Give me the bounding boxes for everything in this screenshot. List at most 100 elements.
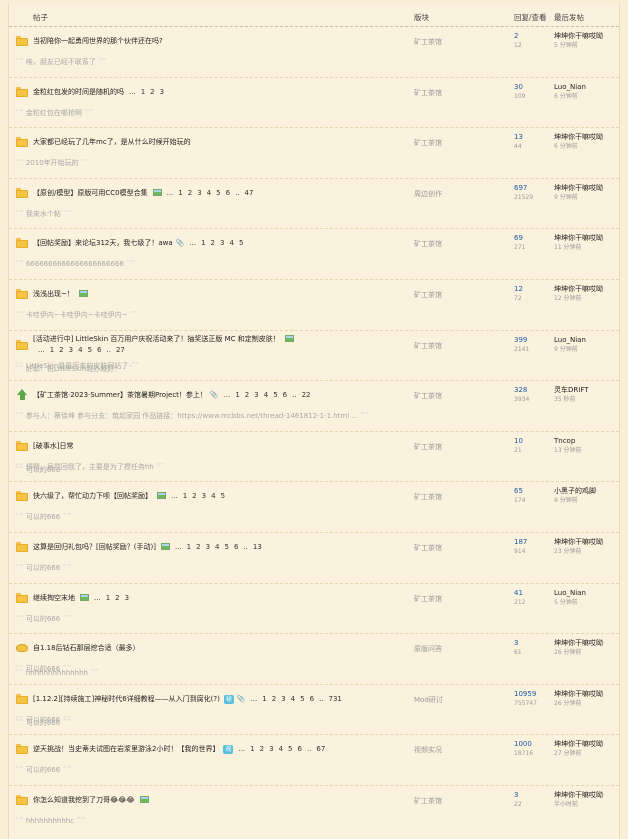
last-post-time[interactable]: 13 分钟前 xyxy=(554,446,582,456)
thread-title-link[interactable]: 【原创/模型】原版可用CC0模型合集 xyxy=(33,189,148,197)
folder-icon[interactable] xyxy=(16,288,28,299)
reply-count[interactable]: 3 xyxy=(514,790,522,800)
forum-link[interactable]: 矿工茶馆 xyxy=(414,796,442,806)
last-post-user[interactable]: 坤坤你干嘛哎呦 xyxy=(554,689,603,699)
page-link[interactable]: 3 xyxy=(202,492,206,500)
page-link[interactable]: 3 xyxy=(281,695,285,703)
forum-link[interactable]: 矿工茶馆 xyxy=(414,341,442,351)
page-link[interactable]: 2 xyxy=(115,594,119,602)
forum-link[interactable]: 矿工茶馆 xyxy=(414,442,442,452)
page-link[interactable]: 67 xyxy=(316,745,325,753)
page-link[interactable]: 4 xyxy=(229,239,233,247)
page-link[interactable]: 5 xyxy=(288,745,292,753)
forum-link[interactable]: 矿工茶馆 xyxy=(414,543,442,553)
thread-title-link[interactable]: 继续掏空末地 xyxy=(33,594,75,602)
page-link[interactable]: 4 xyxy=(207,189,211,197)
last-post-time[interactable]: 23 分钟前 xyxy=(554,547,603,557)
thread-title-link[interactable]: [活动进行中] LittleSkin 百万用户庆祝活动来了！抽奖送正版 MC 和… xyxy=(33,335,280,343)
folder-icon[interactable] xyxy=(16,187,28,198)
reply-count[interactable]: 30 xyxy=(514,82,525,92)
forum-link[interactable]: 矿工茶馆 xyxy=(414,290,442,300)
page-link[interactable]: 4 xyxy=(211,492,215,500)
thread-title-link[interactable]: 【回帖奖励】来论坛312天，我七级了！awa xyxy=(33,239,173,247)
page-link[interactable]: 2 xyxy=(245,391,249,399)
page-link[interactable]: 6 xyxy=(226,189,230,197)
last-post-user[interactable]: Luo_Nian xyxy=(554,82,586,92)
page-link[interactable]: 2 xyxy=(192,492,196,500)
last-post-time[interactable]: 6 分钟前 xyxy=(554,142,603,152)
reply-count[interactable]: 187 xyxy=(514,537,527,547)
thread-title-link[interactable]: 【矿工茶馆·2023·Summer】茶馆暑期Project！参上！ xyxy=(33,391,207,399)
forum-link[interactable]: 矿工茶馆 xyxy=(414,239,442,249)
last-post-user[interactable]: 坤坤你干嘛哎呦 xyxy=(554,537,603,547)
last-post-user[interactable]: 坤坤你干嘛哎呦 xyxy=(554,638,603,648)
page-link[interactable]: 731 xyxy=(329,695,342,703)
page-link[interactable]: 6 xyxy=(298,745,302,753)
page-link[interactable]: 6 xyxy=(97,346,101,354)
page-link[interactable]: 5 xyxy=(221,492,225,500)
thread-title-link[interactable]: 这算是回归礼包吗？[回帖奖励？(手动)] xyxy=(33,543,156,551)
page-link[interactable]: 1 xyxy=(50,346,54,354)
folder-icon[interactable] xyxy=(16,794,28,805)
last-post-user[interactable]: 坤坤你干嘛哎呦 xyxy=(554,739,603,749)
page-link[interactable]: 13 xyxy=(253,543,262,551)
page-link[interactable]: 2 xyxy=(150,88,154,96)
page-link[interactable]: 6 xyxy=(234,543,238,551)
page-link[interactable]: 2 xyxy=(272,695,276,703)
page-link[interactable]: 6 xyxy=(283,391,287,399)
page-link[interactable]: 3 xyxy=(254,391,258,399)
page-link[interactable]: 2 xyxy=(188,189,192,197)
reply-count[interactable]: 1000 xyxy=(514,739,533,749)
page-link[interactable]: 1 xyxy=(183,492,187,500)
thread-title-link[interactable]: 金粒红包发的时间是随机的吗 xyxy=(33,88,124,96)
last-post-user[interactable]: 坤坤你干嘛哎呦 xyxy=(554,233,603,243)
folder-icon[interactable] xyxy=(16,491,28,502)
forum-link[interactable]: 视频实况 xyxy=(414,745,442,755)
forum-link[interactable]: 矿工茶馆 xyxy=(414,37,442,47)
pinned-up-icon[interactable] xyxy=(16,389,28,401)
forum-link[interactable]: Mod研讨 xyxy=(414,695,443,705)
thread-title-link[interactable]: 当初陪你一起勇闯世界的那个伙伴还在吗? xyxy=(33,37,163,45)
last-post-user[interactable]: 坤坤你干嘛哎呦 xyxy=(554,183,603,193)
page-link[interactable]: 3 xyxy=(206,543,210,551)
last-post-user[interactable]: 坤坤你干嘛哎呦 xyxy=(554,132,603,142)
page-link[interactable]: 1 xyxy=(250,745,254,753)
last-post-time[interactable]: 35 秒前 xyxy=(554,395,589,405)
last-post-user[interactable]: Tncop xyxy=(554,436,582,446)
page-link[interactable]: 4 xyxy=(279,745,283,753)
page-link[interactable]: 1 xyxy=(235,391,239,399)
folder-icon[interactable] xyxy=(16,440,28,451)
folder-icon[interactable] xyxy=(16,137,28,148)
page-link[interactable]: 3 xyxy=(197,189,201,197)
folder-icon[interactable] xyxy=(16,744,28,755)
reply-count[interactable]: 697 xyxy=(514,183,533,193)
last-post-time[interactable]: 26 分钟前 xyxy=(554,699,603,709)
reply-count[interactable]: 10 xyxy=(514,436,523,446)
forum-link[interactable]: 矿工茶馆 xyxy=(414,138,442,148)
reply-count[interactable]: 328 xyxy=(514,385,529,395)
page-link[interactable]: 4 xyxy=(264,391,268,399)
reply-count[interactable]: 2 xyxy=(514,31,522,41)
page-link[interactable]: 1 xyxy=(178,189,182,197)
page-link[interactable]: 1 xyxy=(262,695,266,703)
question-icon[interactable] xyxy=(16,643,28,653)
thread-title-link[interactable]: [破事水]日常 xyxy=(33,442,73,450)
page-link[interactable]: 2 xyxy=(196,543,200,551)
last-post-time[interactable]: 26 分钟前 xyxy=(554,648,603,658)
last-post-time[interactable]: 5 分钟前 xyxy=(554,598,586,608)
page-link[interactable]: 5 xyxy=(239,239,243,247)
page-link[interactable]: 1 xyxy=(106,594,110,602)
last-post-time[interactable]: 9 分钟前 xyxy=(554,496,596,506)
page-link[interactable]: 1 xyxy=(201,239,205,247)
page-link[interactable]: 4 xyxy=(291,695,295,703)
page-link[interactable]: 1 xyxy=(141,88,145,96)
page-link[interactable]: 3 xyxy=(69,346,73,354)
reply-count[interactable]: 13 xyxy=(514,132,523,142)
page-link[interactable]: 4 xyxy=(78,346,82,354)
last-post-time[interactable]: 6 分钟前 xyxy=(554,92,586,102)
reply-count[interactable]: 10959 xyxy=(514,689,537,699)
page-link[interactable]: 2 xyxy=(211,239,215,247)
page-link[interactable]: 3 xyxy=(125,594,129,602)
folder-icon[interactable] xyxy=(16,693,28,704)
thread-title-link[interactable]: 大家都已经玩了几年mc了，是从什么时候开始玩的 xyxy=(33,138,191,146)
